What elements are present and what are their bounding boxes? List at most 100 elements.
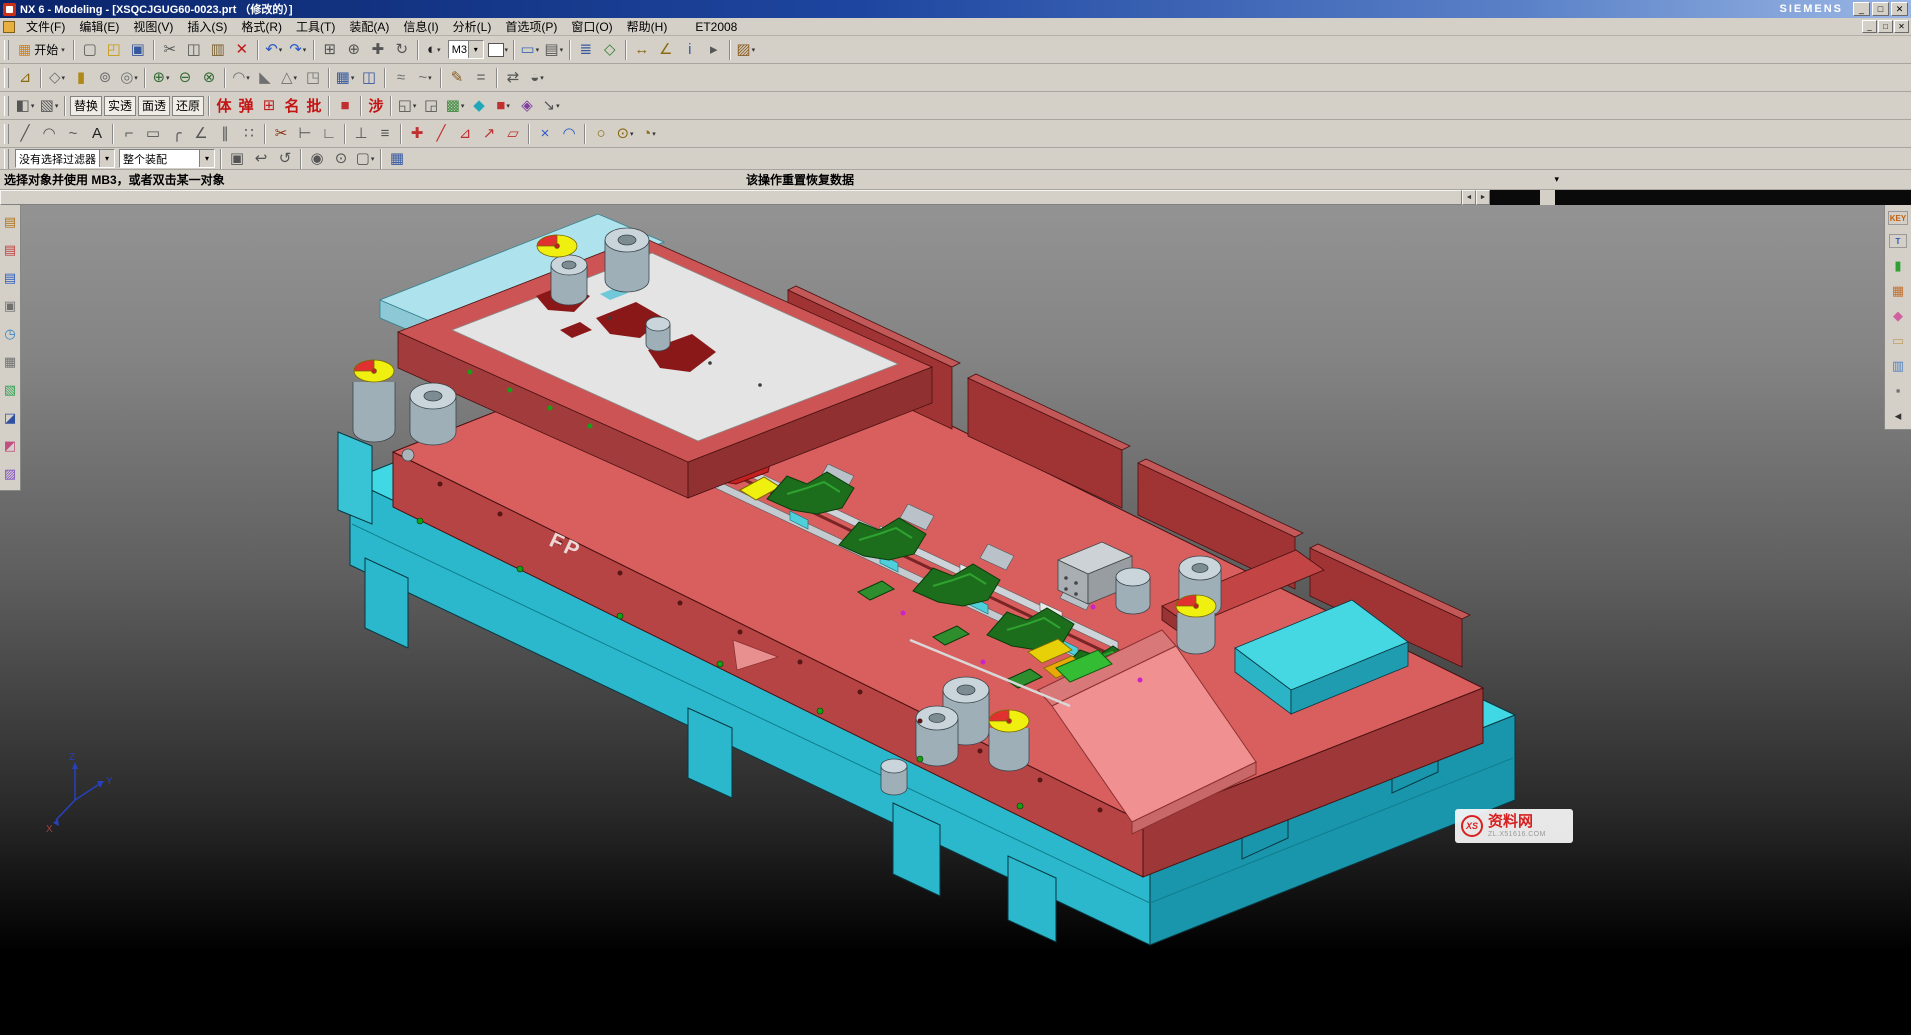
name-tool-button[interactable]: 名 bbox=[281, 94, 303, 118]
restore-button[interactable]: □ bbox=[1872, 2, 1889, 16]
red-solid-button[interactable]: ■▾ bbox=[491, 94, 515, 118]
child-restore-button[interactable]: □ bbox=[1878, 20, 1893, 33]
datum-axis-button[interactable]: ╱ bbox=[429, 122, 453, 146]
point-tool-button[interactable]: ✚ bbox=[405, 122, 429, 146]
select-all-button[interactable]: ▣ bbox=[225, 147, 249, 171]
reuse-library-icon[interactable]: ▣ bbox=[2, 297, 19, 314]
chevron-down-icon[interactable]: ▾ bbox=[246, 74, 250, 82]
through-curves-button[interactable]: ≈ bbox=[389, 66, 413, 90]
pink-assembly-icon[interactable]: ◆ bbox=[1889, 307, 1907, 323]
shell-button[interactable]: ◳ bbox=[301, 66, 325, 90]
selection-preferences-button[interactable]: ▦ bbox=[385, 147, 409, 171]
scroll-right-button[interactable]: ► bbox=[1476, 190, 1490, 205]
interference-tool-button[interactable]: 涉 bbox=[365, 94, 387, 118]
layer-settings-button[interactable]: ≣ bbox=[574, 38, 598, 62]
shaded-display-button[interactable]: ◐▾ bbox=[422, 38, 446, 62]
chevron-down-icon[interactable]: ▾ bbox=[752, 46, 756, 54]
edge-blend-button[interactable]: ◠▾ bbox=[229, 66, 253, 90]
assembly-navigator-icon[interactable]: ▤ bbox=[2, 213, 19, 230]
chevron-down-icon[interactable]: ▾ bbox=[294, 74, 298, 82]
solid-tool-button[interactable]: 体 bbox=[213, 94, 235, 118]
menu-insert[interactable]: 插入(S) bbox=[180, 18, 234, 35]
chevron-down-icon[interactable]: ▾ bbox=[303, 46, 307, 54]
part-navigator-icon[interactable]: ▤ bbox=[2, 269, 19, 286]
grid-tool-button[interactable]: ⊞ bbox=[257, 94, 281, 118]
chevron-down-icon[interactable]: ▾ bbox=[199, 150, 214, 167]
show-hide-button[interactable]: ◒▾ bbox=[525, 66, 549, 90]
swept-button[interactable]: ~▾ bbox=[413, 66, 437, 90]
redo-button[interactable]: ↷▾ bbox=[286, 38, 310, 62]
make-corner-button[interactable]: ∟ bbox=[317, 122, 341, 146]
die-assembly-model[interactable]: FP Z Y X bbox=[0, 205, 1911, 1035]
object-info-button[interactable]: i bbox=[678, 38, 702, 62]
circle-tool-button[interactable]: ○ bbox=[589, 122, 613, 146]
face-transparency-button[interactable]: 面透 bbox=[138, 96, 170, 116]
selection-scope-combo[interactable]: 整个装配▾ bbox=[119, 149, 215, 168]
rectangle-tool-button[interactable]: ▭ bbox=[141, 122, 165, 146]
cut-button[interactable]: ✂ bbox=[158, 38, 182, 62]
chamfer-button[interactable]: ◣ bbox=[253, 66, 277, 90]
profile-tool-button[interactable]: ⌐ bbox=[117, 122, 141, 146]
chevron-down-icon[interactable]: ▾ bbox=[556, 102, 560, 110]
mirror-feature-button[interactable]: ◫ bbox=[357, 66, 381, 90]
highlight-selection-button[interactable]: ◉ bbox=[305, 147, 329, 171]
menu-preferences[interactable]: 首选项(P) bbox=[498, 18, 564, 35]
chevron-down-icon[interactable]: ▾ bbox=[55, 102, 59, 110]
plane-tool-button[interactable]: ▱ bbox=[501, 122, 525, 146]
wave-link-button[interactable]: ◱▾ bbox=[395, 94, 419, 118]
chevron-down-icon[interactable]: ▾ bbox=[461, 102, 465, 110]
history-palette-icon[interactable]: ◷ bbox=[2, 325, 19, 342]
pattern-curve-button[interactable]: ∷ bbox=[237, 122, 261, 146]
collapse-left-icon[interactable]: ◂ bbox=[1889, 407, 1907, 423]
batch-tool-button[interactable]: 批 bbox=[303, 94, 325, 118]
chevron-down-icon[interactable]: ▾ bbox=[31, 102, 35, 110]
background-swatch[interactable]: ▾ bbox=[486, 38, 510, 62]
constraints-button[interactable]: ⊥ bbox=[349, 122, 373, 146]
menu-information[interactable]: 信息(I) bbox=[396, 18, 445, 35]
intersect-button[interactable]: ⊗ bbox=[197, 66, 221, 90]
menu-tools[interactable]: 工具(T) bbox=[289, 18, 342, 35]
view-combo[interactable]: M3▾ bbox=[448, 40, 484, 59]
chevron-down-icon[interactable]: ▾ bbox=[413, 102, 417, 110]
assembly-cut-button[interactable]: ◲ bbox=[419, 94, 443, 118]
text-annotation-icon[interactable]: T bbox=[1889, 234, 1907, 248]
selection-tools-button[interactable]: ▸ bbox=[702, 38, 726, 62]
zoom-button[interactable]: ⊕ bbox=[342, 38, 366, 62]
scrollbar-thumb[interactable] bbox=[0, 190, 1462, 205]
chevron-down-icon[interactable]: ▾ bbox=[62, 74, 66, 82]
undo-selection-button[interactable]: ↺ bbox=[273, 147, 297, 171]
delete-button[interactable]: ✕ bbox=[230, 38, 254, 62]
chevron-down-icon[interactable]: ▾ bbox=[61, 46, 65, 54]
open-button[interactable]: ◰ bbox=[102, 38, 126, 62]
measure-distance-button[interactable]: ↔ bbox=[630, 38, 654, 62]
chevron-down-icon[interactable]: ▾ bbox=[505, 46, 509, 54]
pan-button[interactable]: ✚ bbox=[366, 38, 390, 62]
minimize-button[interactable]: _ bbox=[1853, 2, 1870, 16]
zoom-fit-button[interactable]: ⊞ bbox=[318, 38, 342, 62]
plate-tool-icon[interactable]: ▭ bbox=[1889, 332, 1907, 348]
fillet-tool-button[interactable]: ╭ bbox=[165, 122, 189, 146]
export-tool-button[interactable]: ↘▾ bbox=[539, 94, 563, 118]
red-cube-button[interactable]: ■ bbox=[333, 94, 357, 118]
rectangle-select-button[interactable]: ▢▾ bbox=[353, 147, 377, 171]
purple-tool-button[interactable]: ◈ bbox=[515, 94, 539, 118]
menu-assemblies[interactable]: 装配(A) bbox=[342, 18, 396, 35]
intersect-curve-button[interactable]: ◠ bbox=[557, 122, 581, 146]
system-scenes-icon[interactable]: ▨ bbox=[2, 465, 19, 482]
new-button[interactable]: ▢ bbox=[78, 38, 102, 62]
menu-view[interactable]: 视图(V) bbox=[126, 18, 180, 35]
chevron-down-icon[interactable]: ▾ bbox=[166, 74, 170, 82]
hole-button[interactable]: ◎▾ bbox=[117, 66, 141, 90]
spring-tool-button[interactable]: 弹 bbox=[235, 94, 257, 118]
menu-edit[interactable]: 编辑(E) bbox=[72, 18, 126, 35]
edit-feature-button[interactable]: ✎ bbox=[445, 66, 469, 90]
quick-trim-button[interactable]: ✂ bbox=[269, 122, 293, 146]
trim-body-button[interactable]: △▾ bbox=[277, 66, 301, 90]
chevron-down-icon[interactable]: ▾ bbox=[279, 46, 283, 54]
circle-center-button[interactable]: ⊙▾ bbox=[613, 122, 637, 146]
expression-button[interactable]: = bbox=[469, 66, 493, 90]
move-object-button[interactable]: ⇄ bbox=[501, 66, 525, 90]
gauge-tool-icon[interactable]: ▥ bbox=[1889, 357, 1907, 373]
menu-file[interactable]: 文件(F) bbox=[19, 18, 72, 35]
prompt-bar-menu-icon[interactable]: ▾ bbox=[1554, 174, 1559, 185]
